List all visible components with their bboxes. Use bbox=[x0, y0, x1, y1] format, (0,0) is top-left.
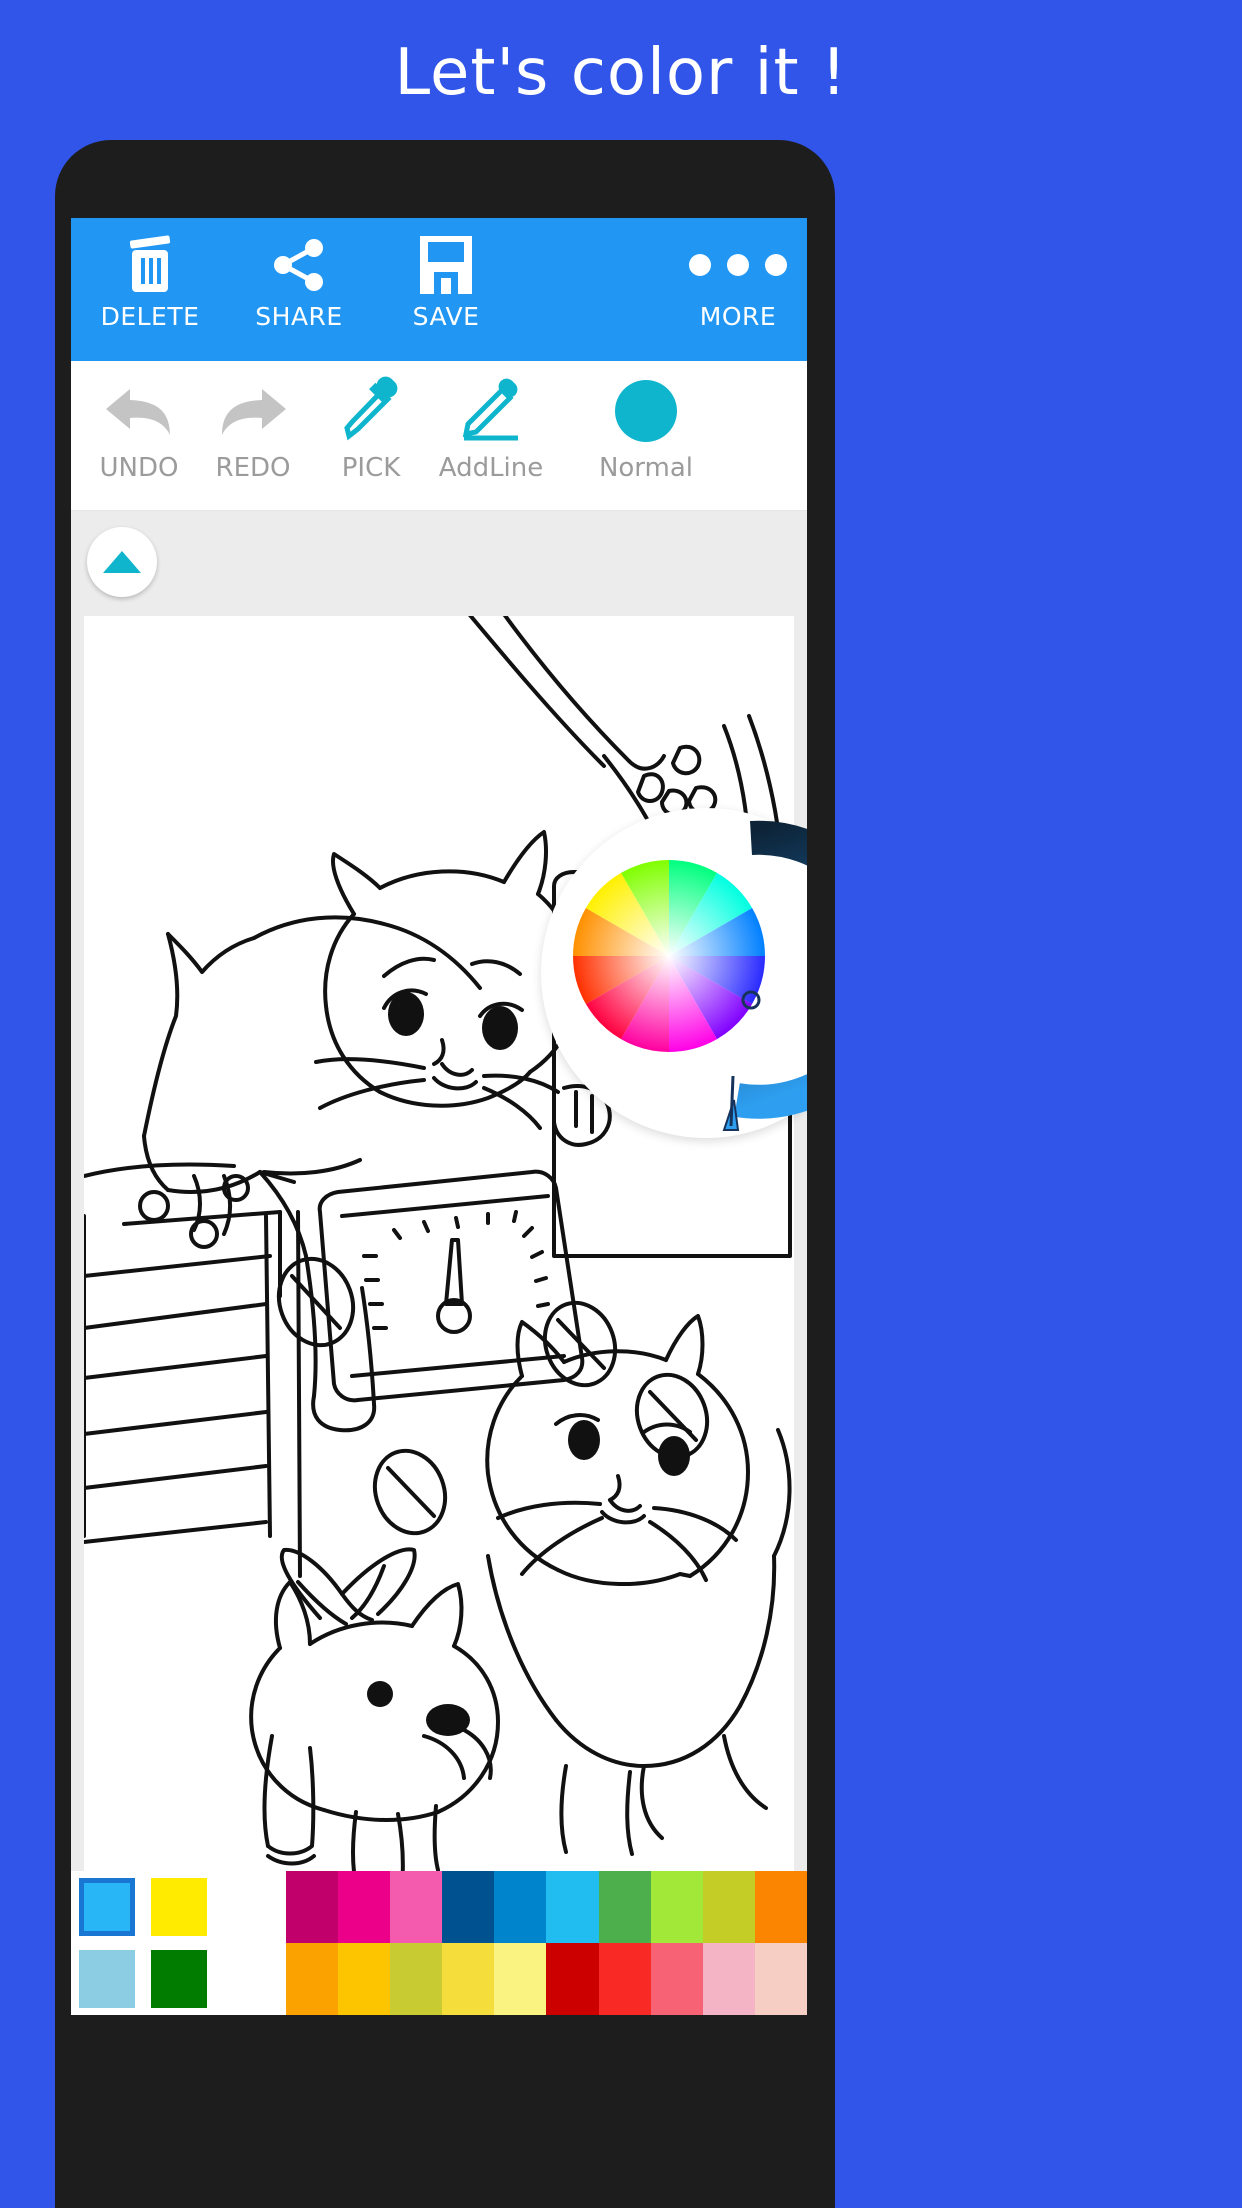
chevron-up-icon bbox=[103, 551, 141, 573]
canvas-area bbox=[71, 616, 807, 1871]
redo-button-label: REDO bbox=[215, 453, 291, 483]
delete-button-label: DELETE bbox=[100, 302, 200, 331]
save-button-label: SAVE bbox=[412, 302, 480, 331]
share-icon bbox=[224, 232, 374, 298]
palette-swatch[interactable] bbox=[754, 1943, 807, 2015]
palette-swatch[interactable] bbox=[338, 1871, 391, 1943]
palette-spacer bbox=[215, 1943, 286, 2015]
brush-mode-label: Normal bbox=[598, 453, 694, 483]
undo-button[interactable]: UNDO bbox=[79, 369, 199, 483]
palette-row-2 bbox=[71, 1943, 807, 2015]
palette-swatch[interactable] bbox=[442, 1871, 495, 1943]
palette-swatch[interactable] bbox=[71, 1943, 143, 2015]
brightness-handle-stem bbox=[729, 1075, 735, 1127]
palette-swatch[interactable] bbox=[390, 1943, 443, 2015]
palette-swatch[interactable] bbox=[702, 1943, 755, 2015]
palette-swatch[interactable] bbox=[702, 1871, 755, 1943]
trash-icon bbox=[75, 232, 225, 298]
brush-mode-dot bbox=[571, 369, 721, 453]
page-title: Let's color it ! bbox=[394, 36, 848, 110]
save-button[interactable]: SAVE bbox=[371, 232, 521, 331]
app-action-bar: DELETE SHARE SAVE MORE bbox=[71, 218, 807, 361]
app-screenshot: Let's color it ! DELETE SHARE SAVE MORE … bbox=[0, 0, 1242, 2208]
panel-strip bbox=[71, 511, 807, 616]
palette-swatch[interactable] bbox=[598, 1871, 651, 1943]
phone-device-frame: DELETE SHARE SAVE MORE UNDO REDO PICK Ad… bbox=[55, 140, 835, 2208]
floppy-save-icon bbox=[371, 232, 521, 298]
coloring-line-art bbox=[84, 616, 792, 1871]
palette-swatch-color bbox=[151, 1950, 207, 2008]
add-line-button[interactable]: AddLine bbox=[411, 369, 571, 483]
palette-swatch[interactable] bbox=[650, 1871, 703, 1943]
collapse-panel-button[interactable] bbox=[87, 527, 157, 597]
palette-swatch[interactable] bbox=[494, 1871, 547, 1943]
color-wheel-svg[interactable] bbox=[541, 808, 807, 1138]
delete-button[interactable]: DELETE bbox=[75, 232, 225, 331]
palette-swatch[interactable] bbox=[754, 1871, 807, 1943]
palette-swatch[interactable] bbox=[546, 1943, 599, 2015]
palette-swatch[interactable] bbox=[650, 1943, 703, 2015]
palette-swatch-color bbox=[151, 1878, 207, 1936]
palette-swatch[interactable] bbox=[546, 1871, 599, 1943]
redo-button[interactable]: REDO bbox=[193, 369, 313, 483]
pencil-icon bbox=[411, 369, 571, 453]
share-button[interactable]: SHARE bbox=[224, 232, 374, 331]
tool-bar: UNDO REDO PICK AddLine Normal bbox=[71, 361, 807, 511]
nav-bar-area bbox=[71, 2015, 807, 2208]
palette-swatch[interactable] bbox=[71, 1871, 143, 1943]
color-palette bbox=[71, 1871, 807, 2015]
undo-button-label: UNDO bbox=[99, 453, 179, 483]
palette-spacer bbox=[215, 1871, 286, 1943]
palette-swatch[interactable] bbox=[442, 1943, 495, 2015]
phone-screen: DELETE SHARE SAVE MORE UNDO REDO PICK Ad… bbox=[71, 218, 807, 2208]
palette-swatch[interactable] bbox=[286, 1943, 339, 2015]
palette-swatch[interactable] bbox=[286, 1871, 339, 1943]
share-button-label: SHARE bbox=[255, 302, 343, 331]
palette-swatch[interactable] bbox=[143, 1871, 215, 1943]
more-button-label: MORE bbox=[699, 302, 777, 331]
overflow-dots-icon bbox=[663, 232, 807, 298]
add-line-button-label: AddLine bbox=[438, 453, 544, 483]
undo-arrow-icon bbox=[79, 369, 199, 453]
palette-swatch[interactable] bbox=[598, 1943, 651, 2015]
palette-swatch[interactable] bbox=[494, 1943, 547, 2015]
palette-swatch[interactable] bbox=[338, 1943, 391, 2015]
brush-mode-button[interactable]: Normal bbox=[571, 369, 721, 483]
redo-arrow-icon bbox=[193, 369, 313, 453]
more-button[interactable]: MORE bbox=[663, 232, 807, 331]
color-wheel-picker[interactable] bbox=[541, 808, 807, 1138]
palette-swatch[interactable] bbox=[390, 1871, 443, 1943]
palette-row-1 bbox=[71, 1871, 807, 1943]
palette-swatch[interactable] bbox=[143, 1943, 215, 2015]
palette-swatch-color bbox=[79, 1950, 135, 2008]
palette-swatch-color bbox=[79, 1878, 135, 1936]
hue-wheel bbox=[573, 860, 765, 1052]
drawing-canvas[interactable] bbox=[84, 616, 794, 1871]
